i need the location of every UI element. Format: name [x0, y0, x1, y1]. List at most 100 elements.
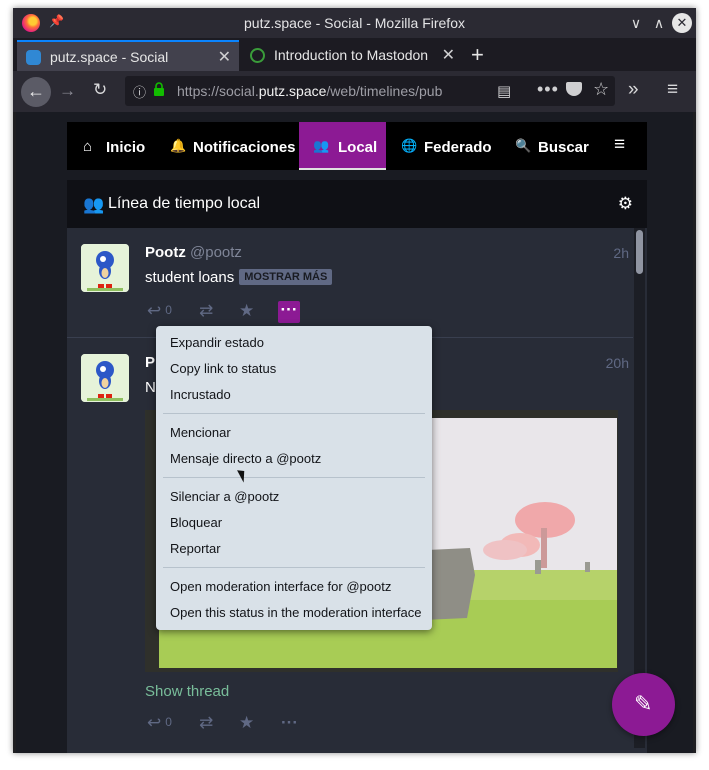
menu-item-embed[interactable]: Incrustado — [170, 387, 231, 402]
status-author[interactable]: Pootz @pootz — [145, 244, 242, 261]
new-tab-button[interactable]: + — [471, 42, 484, 68]
hamburger-menu-icon[interactable]: ≡ — [667, 79, 678, 101]
status-dropdown-menu: Expandir estado Copy link to status Incr… — [156, 326, 432, 630]
boost-button[interactable]: ⇄ — [199, 713, 213, 733]
avatar[interactable] — [81, 354, 129, 402]
window-title: putz.space - Social - Mozilla Firefox — [244, 15, 465, 31]
menu-item-block[interactable]: Bloquear — [170, 515, 222, 530]
back-button[interactable]: ← — [21, 77, 51, 107]
reply-button[interactable]: ↩ 0 — [147, 713, 172, 733]
search-icon: 🔍 — [515, 138, 532, 153]
menu-item-direct-message[interactable]: Mensaje directo a @pootz — [170, 451, 321, 466]
tab-label: Notificaciones — [193, 139, 296, 156]
tab-local[interactable]: 👥 Local — [299, 122, 386, 170]
menu-divider — [163, 477, 425, 478]
menu-divider — [163, 567, 425, 568]
forward-button[interactable]: → — [59, 81, 76, 101]
url-bar[interactable]: ⓘ https://social.putz.space/web/timeline… — [125, 76, 615, 106]
column-title: Línea de tiempo local — [108, 195, 261, 212]
tab-label: Federado — [424, 139, 492, 156]
reply-count: 0 — [165, 715, 172, 729]
reload-button[interactable]: ↻ — [93, 80, 107, 100]
menu-bars-icon: ≡ — [614, 134, 626, 155]
tab-label: Local — [338, 139, 378, 156]
reply-count: 0 — [165, 303, 172, 317]
timeline-scrollbar[interactable] — [634, 228, 645, 748]
tab-inicio[interactable]: ⌂ Inicio — [67, 122, 162, 170]
reply-icon: ↩ — [147, 713, 162, 732]
avatar[interactable] — [81, 244, 129, 292]
content-warning-text: student loans — [145, 269, 235, 286]
favourite-button[interactable]: ★ — [239, 301, 254, 321]
more-options-button[interactable]: ··· — [281, 713, 298, 733]
show-more-button[interactable]: MOSTRAR MÁS — [239, 269, 333, 285]
users-icon: 👥 — [83, 195, 105, 214]
browser-tab-putz[interactable]: putz.space - Social ✕ — [17, 40, 239, 71]
tab-buscar[interactable]: 🔍 Buscar — [490, 122, 589, 170]
menu-item-expand[interactable]: Expandir estado — [170, 335, 264, 350]
menu-item-report[interactable]: Reportar — [170, 541, 221, 556]
url-prefix: https://social. — [177, 83, 259, 99]
maximize-button[interactable]: ∧ — [649, 13, 669, 33]
boost-button[interactable]: ⇄ — [199, 301, 213, 321]
status-content: N — [145, 379, 156, 396]
close-tab-icon[interactable]: ✕ — [218, 47, 231, 67]
display-name: Pootz — [145, 244, 186, 261]
url-domain: putz.space — [258, 83, 327, 99]
menu-item-copy-link[interactable]: Copy link to status — [170, 361, 276, 376]
url-text[interactable]: https://social.putz.space/web/timelines/… — [177, 83, 467, 99]
site-info-icon[interactable]: ⓘ — [133, 82, 146, 101]
status-time[interactable]: 2h — [613, 245, 629, 261]
menu-divider — [163, 413, 425, 414]
page-actions-button[interactable]: ••• — [537, 79, 559, 100]
favourite-button[interactable]: ★ — [239, 713, 254, 733]
status-actions: ↩ 0 ⇄ ★ ··· — [145, 713, 345, 737]
status-time[interactable]: 20h — [606, 355, 629, 371]
reader-view-icon[interactable]: ▤ — [497, 82, 511, 100]
tab-label: putz.space - Social — [50, 49, 169, 65]
lock-icon — [154, 82, 164, 96]
column-settings-icon[interactable]: ⚙ — [618, 194, 633, 214]
title-bar: 📌 putz.space - Social - Mozilla Firefox … — [13, 8, 696, 38]
menu-item-moderation-account[interactable]: Open moderation interface for @pootz — [170, 579, 391, 594]
status-item[interactable]: Pootz @pootz 2h student loans MOSTRAR MÁS… — [67, 228, 633, 338]
pencil-icon: ✎ — [634, 691, 653, 716]
tab-federado[interactable]: 🌐 Federado — [386, 122, 492, 170]
scrollbar-thumb[interactable] — [636, 230, 643, 274]
web-page: ⌂ Inicio 🔔 Notificaciones 👥 Local 🌐 Fede… — [16, 112, 693, 753]
reply-icon: ↩ — [147, 301, 162, 320]
show-thread-link[interactable]: Show thread — [145, 683, 229, 700]
avatar-image — [81, 354, 129, 402]
menu-item-mute[interactable]: Silenciar a @pootz — [170, 489, 279, 504]
status-author[interactable]: P — [145, 354, 155, 371]
overflow-chevron-icon[interactable]: » — [628, 79, 639, 101]
close-window-button[interactable]: ✕ — [672, 13, 692, 33]
reply-button[interactable]: ↩ 0 — [147, 301, 172, 321]
menu-item-moderation-status[interactable]: Open this status in the moderation inter… — [170, 605, 421, 620]
display-name: P — [145, 354, 156, 371]
bell-icon: 🔔 — [170, 138, 187, 153]
tab-menu[interactable]: ≡ — [607, 122, 647, 170]
browser-window: 📌 putz.space - Social - Mozilla Firefox … — [13, 8, 696, 753]
account-handle: @pootz — [190, 244, 242, 261]
tab-label: Introduction to Mastodon — [274, 47, 429, 63]
browser-tab-intro[interactable]: Introduction to Mastodon ✕ — [241, 40, 463, 71]
pocket-icon[interactable] — [566, 82, 582, 96]
globe-favicon-icon — [250, 48, 265, 63]
bookmark-star-icon[interactable]: ☆ — [593, 79, 609, 100]
browser-tab-bar: putz.space - Social ✕ Introduction to Ma… — [13, 38, 696, 71]
mastodon-favicon-icon — [26, 50, 41, 65]
column-header: 👥 Línea de tiempo local ⚙ — [67, 180, 647, 228]
tab-label: Buscar — [538, 139, 589, 156]
globe-icon: 🌐 — [401, 138, 418, 153]
menu-item-mention[interactable]: Mencionar — [170, 425, 231, 440]
minimize-button[interactable]: ∨ — [626, 13, 646, 33]
avatar-image — [81, 244, 129, 292]
url-path: /web/timelines/pub — [326, 83, 443, 99]
home-icon: ⌂ — [83, 138, 93, 155]
tab-notificaciones[interactable]: 🔔 Notificaciones — [162, 122, 299, 170]
users-icon: 👥 — [313, 138, 330, 153]
close-tab-icon[interactable]: ✕ — [442, 45, 455, 65]
more-options-button[interactable]: ··· — [278, 301, 300, 323]
compose-button[interactable]: ✎ — [612, 673, 675, 736]
